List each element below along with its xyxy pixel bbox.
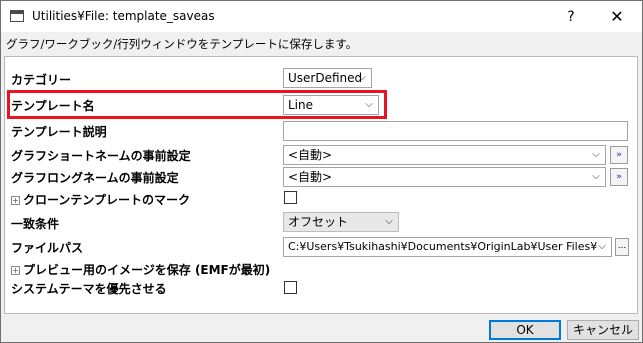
chevron-down-icon: ⌵ xyxy=(598,241,606,252)
browse-button[interactable]: ... xyxy=(615,238,629,256)
expand-icon[interactable]: + xyxy=(11,196,20,205)
graph-short-name-label: グラフショートネームの事前設定 xyxy=(11,149,191,163)
graph-short-name-dropdown[interactable]: <自動> ⌵ xyxy=(283,145,606,165)
match-condition-value: オフセット xyxy=(288,215,349,229)
template-description-input[interactable] xyxy=(283,121,628,141)
chevron-down-icon: ⌵ xyxy=(358,72,366,83)
category-label: カテゴリー xyxy=(11,73,72,87)
clone-template-mark-label: クローンテンプレートのマーク xyxy=(23,193,191,207)
category-dropdown[interactable]: UserDefined ⌵ xyxy=(283,68,372,88)
match-condition-dropdown[interactable]: オフセット ⌵ xyxy=(283,212,399,232)
chevron-down-icon: ⌵ xyxy=(592,171,600,182)
template-name-value: Line xyxy=(288,98,314,112)
title-bar[interactable]: Utilities¥File: template_saveas ? ✕ xyxy=(1,1,642,32)
clone-template-mark-checkbox[interactable] xyxy=(284,191,297,204)
file-path-value: C:¥Users¥Tsukihashi¥Documents¥OriginLab¥… xyxy=(288,240,598,253)
window-icon xyxy=(10,10,24,22)
file-path-dropdown[interactable]: C:¥Users¥Tsukihashi¥Documents¥OriginLab¥… xyxy=(283,237,612,257)
graph-long-name-label: グラフロングネームの事前設定 xyxy=(11,171,179,185)
prefer-system-theme-checkbox[interactable] xyxy=(284,281,297,294)
chevron-down-icon: ⌵ xyxy=(385,216,393,227)
prefer-system-theme-label: システムテーマを優先させる xyxy=(11,282,167,296)
graph-long-name-dropdown[interactable]: <自動> ⌵ xyxy=(283,167,606,187)
graph-short-name-menu-button[interactable]: » xyxy=(610,146,628,164)
expand-icon[interactable]: + xyxy=(11,266,20,275)
file-path-label: ファイルパス xyxy=(11,241,84,255)
ok-button[interactable]: OK xyxy=(489,320,561,340)
graph-long-name-menu-button[interactable]: » xyxy=(610,168,628,186)
preview-image-row[interactable]: + プレビュー用のイメージを保存 (EMFが最初) xyxy=(11,261,270,278)
close-button[interactable]: ✕ xyxy=(595,3,639,30)
cancel-button[interactable]: キャンセル xyxy=(567,320,639,340)
chevron-down-icon: ⌵ xyxy=(592,149,600,160)
template-description-label: テンプレート説明 xyxy=(11,125,107,139)
chevron-down-icon: ⌵ xyxy=(365,99,373,110)
graph-long-name-value: <自動> xyxy=(288,170,333,184)
dialog-window: Utilities¥File: template_saveas ? ✕ グラフ/… xyxy=(0,0,643,343)
match-condition-label: 一致条件 xyxy=(11,217,60,231)
category-value: UserDefined xyxy=(288,71,363,85)
template-name-dropdown[interactable]: Line ⌵ xyxy=(283,95,379,115)
help-button[interactable]: ? xyxy=(560,7,582,27)
preview-image-label: プレビュー用のイメージを保存 (EMFが最初) xyxy=(23,263,271,277)
window-title: Utilities¥File: template_saveas xyxy=(32,9,215,23)
graph-short-name-value: <自動> xyxy=(288,148,333,162)
template-name-label: テンプレート名 xyxy=(11,99,95,113)
dialog-description: グラフ/ワークブック/行列ウィンドウをテンプレートに保存します。 xyxy=(6,37,358,51)
clone-template-mark-row[interactable]: + クローンテンプレートのマーク xyxy=(11,191,190,208)
